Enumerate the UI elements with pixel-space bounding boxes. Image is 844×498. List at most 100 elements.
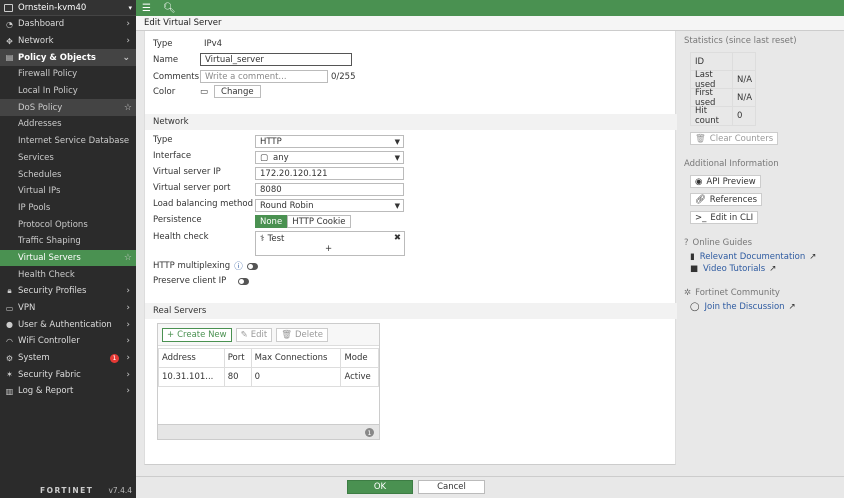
fortinet-logo: FORTINET (40, 485, 94, 495)
nav-virtual-servers[interactable]: Virtual Servers ☆ (0, 249, 136, 267)
type-value: IPv4 (204, 39, 223, 49)
star-icon[interactable]: ☆ (124, 253, 132, 263)
monitor-icon: ▭ (200, 86, 209, 97)
nav-services[interactable]: Services (0, 150, 136, 167)
search-icon[interactable]: 🔍︎ (163, 3, 176, 14)
stat-id-label: ID (691, 53, 733, 70)
persistence-label: Persistence (153, 215, 202, 225)
name-label: Name (153, 54, 179, 65)
multiplex-toggle[interactable] (246, 262, 258, 270)
nav-health-check[interactable]: Health Check (0, 266, 136, 283)
cell-mode: Active (340, 367, 379, 387)
ok-button[interactable]: OK (347, 480, 413, 494)
chevron-right-icon: › (126, 386, 130, 397)
chevron-down-icon: ▼ (394, 153, 400, 162)
terminal-icon: >_ (695, 212, 707, 223)
type-select[interactable]: HTTP ▼ (255, 135, 404, 148)
lock-icon: 🔒︎ (7, 286, 12, 296)
health-check-label: Health check (153, 232, 209, 242)
chevron-right-icon: › (126, 19, 130, 30)
chevron-right-icon: › (126, 286, 130, 297)
comments-label: Comments (153, 71, 200, 82)
bottom-bar: OK Cancel (136, 476, 844, 498)
health-check-icon: ⚕ (260, 234, 265, 244)
nav-wifi-controller[interactable]: ◠ WiFi Controller › (0, 333, 136, 350)
version-label: v7.4.4 (108, 485, 132, 495)
video-tutorials-link[interactable]: ■ Video Tutorials ↗ (690, 264, 840, 274)
chevron-right-icon: › (126, 303, 130, 314)
nav-security-fabric[interactable]: ✶ Security Fabric › (0, 366, 136, 383)
nav-network[interactable]: ✥ Network › (0, 33, 136, 50)
add-icon[interactable]: + (325, 244, 332, 254)
cancel-button[interactable]: Cancel (418, 480, 485, 494)
name-input[interactable]: Virtual_server (200, 53, 352, 66)
nav-local-in-policy[interactable]: Local In Policy (0, 83, 136, 100)
comments-input[interactable]: Write a comment... (200, 70, 328, 83)
device-selector[interactable]: Ornstein-kvm40 ▾ (0, 0, 136, 16)
col-port[interactable]: Port (223, 348, 252, 368)
vip-input[interactable]: 172.20.120.121 (255, 167, 404, 180)
create-new-button[interactable]: + Create New (162, 327, 232, 342)
chevron-right-icon: › (126, 353, 130, 364)
menu-icon[interactable]: ☰ (142, 3, 151, 14)
nav-user-auth[interactable]: ● User & Authentication › (0, 316, 136, 333)
device-name: Ornstein-kvm40 (18, 2, 87, 13)
trash-icon: 🗑︎ (695, 133, 706, 144)
nav-log-report[interactable]: ▥ Log & Report › (0, 383, 136, 400)
persistence-cookie-option[interactable]: HTTP Cookie (287, 215, 351, 228)
edit-cli-button[interactable]: >_ Edit in CLI (690, 211, 759, 224)
delete-button[interactable]: 🗑︎ Delete (276, 327, 328, 342)
nav-isdb[interactable]: Internet Service Database (0, 133, 136, 150)
edit-form: Type IPv4 Name Virtual_server Comments Writ… (144, 31, 677, 465)
cell-max-connections: 0 (250, 367, 342, 387)
close-icon[interactable]: ✖ (394, 233, 401, 243)
nav-traffic-shaping[interactable]: Traffic Shaping (0, 233, 136, 250)
health-check-field[interactable]: ⚕ Test ✖ + (255, 231, 405, 256)
stats-title: Statistics (since last reset) (684, 36, 797, 46)
col-max-connections[interactable]: Max Connections (250, 348, 342, 368)
preserve-ip-toggle[interactable] (238, 277, 249, 285)
interface-select[interactable]: ▢ any ▼ (255, 151, 404, 164)
nav-dashboard[interactable]: ◔ Dashboard › (0, 16, 136, 33)
join-discussion-link[interactable]: ◯ Join the Discussion ↗ (690, 302, 840, 312)
nav-dos-policy[interactable]: DoS Policy ☆ (0, 99, 136, 117)
interface-label: Interface (153, 151, 192, 161)
lb-select[interactable]: Round Robin ▼ (255, 199, 404, 212)
nav-addresses[interactable]: Addresses (0, 116, 136, 133)
persistence-none-option[interactable]: None (255, 215, 288, 228)
pencil-icon: ✎ (240, 329, 248, 340)
nav-security-profiles[interactable]: 🔒︎ Security Profiles › (0, 283, 136, 300)
star-icon[interactable]: ☆ (124, 103, 132, 113)
net-type-label: Type (153, 135, 173, 145)
vport-label: Virtual server port (153, 183, 231, 193)
lb-label: Load balancing method (153, 199, 253, 209)
references-button[interactable]: 🔗︎ References (690, 193, 763, 206)
nav-virtual-ips[interactable]: Virtual IPs (0, 183, 136, 200)
col-address[interactable]: Address (158, 348, 225, 368)
nav-policy-objects[interactable]: ▤ Policy & Objects ⌄ (0, 49, 136, 67)
api-preview-button[interactable]: ◉ API Preview (690, 175, 761, 188)
nav-vpn[interactable]: ▭ VPN › (0, 300, 136, 317)
vip-label: Virtual server IP (153, 167, 221, 177)
fabric-icon: ✶ (6, 370, 13, 380)
external-link-icon: ↗ (769, 264, 777, 274)
col-mode[interactable]: Mode (340, 348, 379, 368)
chat-icon: ◯ (690, 302, 700, 312)
stat-first-used-label: First used (691, 88, 733, 108)
real-servers-table: + Create New ✎ Edit 🗑︎ Delete Address Port … (157, 323, 380, 440)
nav-firewall-policy[interactable]: Firewall Policy (0, 66, 136, 83)
vport-input[interactable]: 8080 (255, 183, 404, 196)
row-count-badge: 1 (365, 428, 374, 437)
table-row[interactable]: 10.31.101... 80 0 Active (158, 367, 379, 387)
relevant-docs-link[interactable]: ▮ Relevant Documentation ↗ (690, 252, 840, 262)
nav-ip-pools[interactable]: IP Pools (0, 200, 136, 217)
nav-system[interactable]: ⚙ System 1 › (0, 350, 136, 367)
change-color-button[interactable]: Change (214, 85, 261, 98)
chevron-down-icon: ▼ (394, 137, 400, 146)
real-servers-section-header: Real Servers (145, 303, 677, 319)
nav-schedules[interactable]: Schedules (0, 166, 136, 183)
stat-hit-count-label: Hit count (691, 106, 733, 126)
nav-protocol-options[interactable]: Protocol Options (0, 216, 136, 233)
edit-button[interactable]: ✎ Edit (235, 327, 273, 342)
clear-counters-button[interactable]: 🗑︎ Clear Counters (690, 132, 779, 145)
